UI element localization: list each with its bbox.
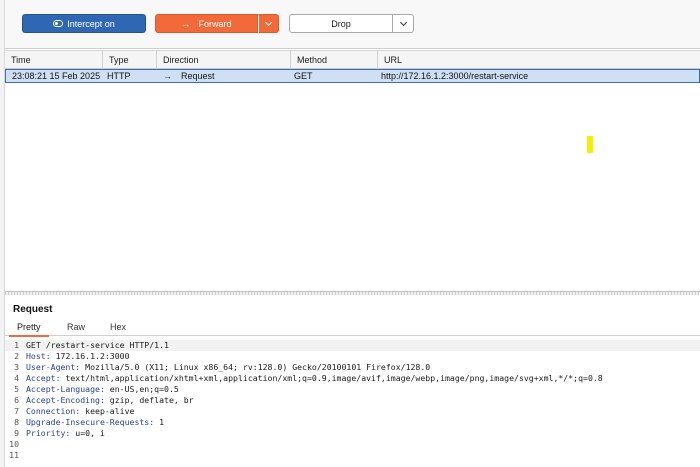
column-header-direction[interactable]: Direction [157,51,291,70]
cell-method: GET [294,71,313,81]
toggle-icon [53,20,64,27]
arrow-right-icon: → [181,18,191,29]
intercept-label: Intercept on [67,18,115,29]
cell-url: http://172.16.1.2:3000/restart-service [381,71,529,81]
column-header-time[interactable]: Time [5,51,103,70]
arrow-right-icon: → [163,71,172,81]
column-header-url[interactable]: URL [378,51,700,70]
cursor-highlight-marker [587,136,593,153]
chevron-down-icon [264,18,273,26]
chevron-down-icon [399,18,407,26]
tab-raw[interactable]: Raw [67,322,85,332]
request-editor[interactable]: 1 GET /restart-service HTTP/1.1 2 Host: 17… [5,337,700,467]
intercept-queue-table: Time Type Direction Method URL 23:08:21 … [5,50,700,295]
editor-line: 1 GET /restart-service HTTP/1.1 [5,340,700,351]
request-view-tabs: Pretty Raw Hex [5,318,700,337]
column-header-method[interactable]: Method [291,51,378,70]
forward-options-button[interactable] [258,14,279,33]
request-title: Request [13,304,53,315]
cell-time: 23:08:21 15 Feb 2025 [12,71,101,81]
drop-options-button[interactable] [393,14,414,33]
tab-hex[interactable]: Hex [110,322,126,332]
forward-button[interactable]: → Forward [155,14,258,33]
intercept-toggle-button[interactable]: Intercept on [22,14,146,33]
forward-label: Forward [198,18,232,29]
direction-label: Request [181,71,215,81]
table-row[interactable]: 23:08:21 15 Feb 2025 HTTP → Request GET h… [5,69,700,83]
tab-pretty[interactable]: Pretty [9,322,48,337]
pane-splitter[interactable] [5,291,700,295]
request-panel: Request Pretty Raw Hex 1 GET /restart-ser… [5,296,700,467]
drop-label: Drop [331,18,351,29]
drop-button[interactable]: Drop [289,14,393,33]
cell-direction: → Request [163,70,297,82]
table-header: Time Type Direction Method URL [5,50,700,70]
column-header-type[interactable]: Type [103,51,157,70]
intercept-toolbar: Intercept on → Forward Drop [5,0,700,49]
cell-type: HTTP [107,71,131,81]
